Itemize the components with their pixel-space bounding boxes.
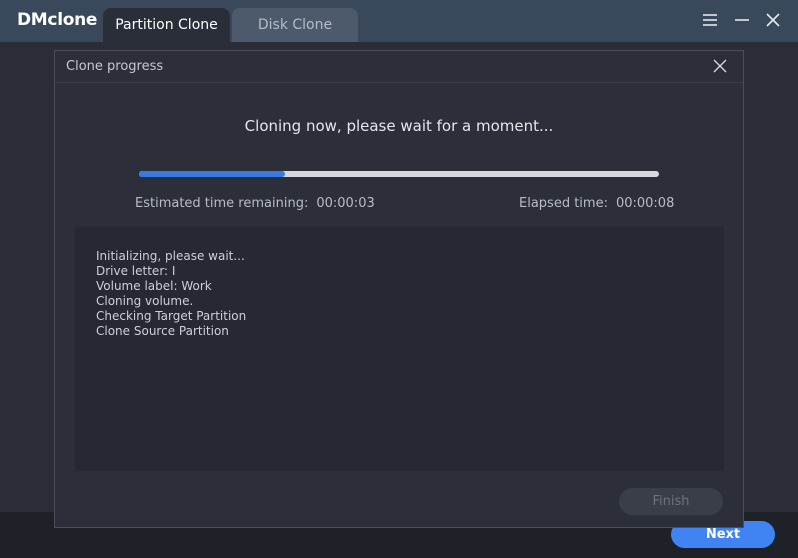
app-header: DMclone Partition Clone Disk Clone [0, 0, 798, 42]
close-window-icon[interactable] [764, 11, 782, 29]
elapsed-time-value: 00:00:08 [615, 196, 675, 211]
app-logo: DMclone [17, 10, 98, 30]
dialog-title: Clone progress [66, 59, 164, 74]
status-message: Cloning now, please wait for a moment... [244, 117, 554, 135]
tab-disk-clone[interactable]: Disk Clone [232, 8, 358, 42]
estimated-time-label: Estimated time remaining: [135, 196, 309, 211]
clone-progress-dialog: Clone progress Cloning now, please wait … [54, 50, 744, 528]
estimated-time: Estimated time remaining: 00:00:03 [135, 196, 375, 211]
close-icon[interactable] [711, 57, 729, 75]
elapsed-time-label: Elapsed time: [519, 196, 608, 211]
tab-partition-clone[interactable]: Partition Clone [103, 8, 230, 42]
log-line: Cloning volume. [96, 294, 194, 308]
menu-icon[interactable] [701, 11, 719, 29]
finish-button[interactable]: Finish [619, 488, 723, 515]
estimated-time-value: 00:00:03 [316, 196, 375, 211]
log-line: Clone Source Partition [96, 324, 229, 338]
progress-bar [139, 171, 659, 177]
minimize-icon[interactable] [733, 11, 751, 29]
log-line: Checking Target Partition [96, 309, 247, 323]
progress-fill [139, 171, 285, 177]
dialog-header: Clone progress [55, 51, 743, 83]
log-line: Drive letter: I [96, 264, 176, 278]
elapsed-time: Elapsed time: 00:00:08 [519, 196, 674, 211]
log-line: Volume label: Work [96, 279, 212, 293]
log-panel: Initializing, please wait... Drive lette… [75, 227, 724, 471]
log-line: Initializing, please wait... [96, 249, 245, 263]
